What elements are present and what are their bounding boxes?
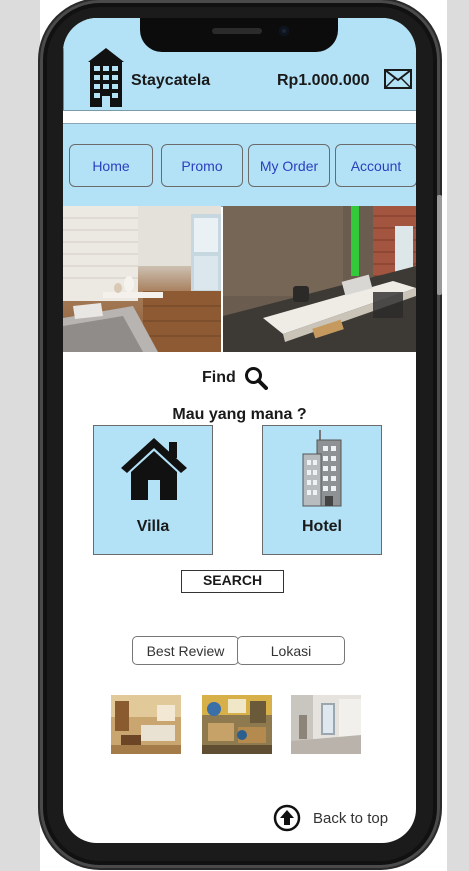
nav-promo-button[interactable]: Promo xyxy=(161,144,243,187)
tab-best-review[interactable]: Best Review xyxy=(132,636,239,665)
room-thumbnail-3[interactable] xyxy=(291,695,361,754)
hotel-card[interactable]: Hotel xyxy=(262,425,382,555)
question-heading: Mau yang mana ? xyxy=(172,406,307,423)
speaker-grille xyxy=(212,28,262,34)
room-thumbnail-2[interactable] xyxy=(202,695,272,754)
hotel-label: Hotel xyxy=(302,518,342,535)
back-to-top[interactable]: Back to top xyxy=(273,804,388,832)
desk-room-photo-illustration xyxy=(223,206,416,352)
villa-label: Villa xyxy=(136,518,170,535)
villa-card[interactable]: Villa xyxy=(93,425,213,555)
phone-screen: Staycatela Rp1.000.000 Home Promo My Ord… xyxy=(63,18,416,843)
search-button[interactable]: SEARCH xyxy=(181,570,284,593)
find-label: Find xyxy=(202,369,236,386)
app-name: Staycatela xyxy=(131,72,211,89)
arrow-up-circle-icon[interactable] xyxy=(273,804,301,832)
desk-room-photo xyxy=(223,206,416,352)
room-thumbnail-1-image xyxy=(111,695,181,754)
building-icon xyxy=(88,48,124,107)
search-icon[interactable] xyxy=(244,366,268,390)
room-thumbnail-3-image xyxy=(291,695,361,754)
house-icon xyxy=(121,438,187,500)
bedroom-photo-illustration xyxy=(63,206,221,352)
room-thumbnail-1[interactable] xyxy=(111,695,181,754)
front-camera xyxy=(279,26,289,36)
nav-account-button[interactable]: Account xyxy=(335,144,416,187)
mail-icon[interactable] xyxy=(384,69,412,89)
phone-side-button xyxy=(437,195,442,295)
phone-notch xyxy=(140,18,338,52)
find-row[interactable]: Find xyxy=(202,366,268,390)
tab-lokasi[interactable]: Lokasi xyxy=(237,636,345,665)
room-thumbnail-2-image xyxy=(202,695,272,754)
nav-home-button[interactable]: Home xyxy=(69,144,153,187)
bedroom-photo xyxy=(63,206,221,352)
back-to-top-label: Back to top xyxy=(313,809,389,827)
nav-bar: Home Promo My Order Account xyxy=(63,123,416,207)
hotel-building-icon xyxy=(302,430,342,507)
nav-my-order-button[interactable]: My Order xyxy=(248,144,330,187)
balance-amount: Rp1.000.000 xyxy=(277,72,370,89)
